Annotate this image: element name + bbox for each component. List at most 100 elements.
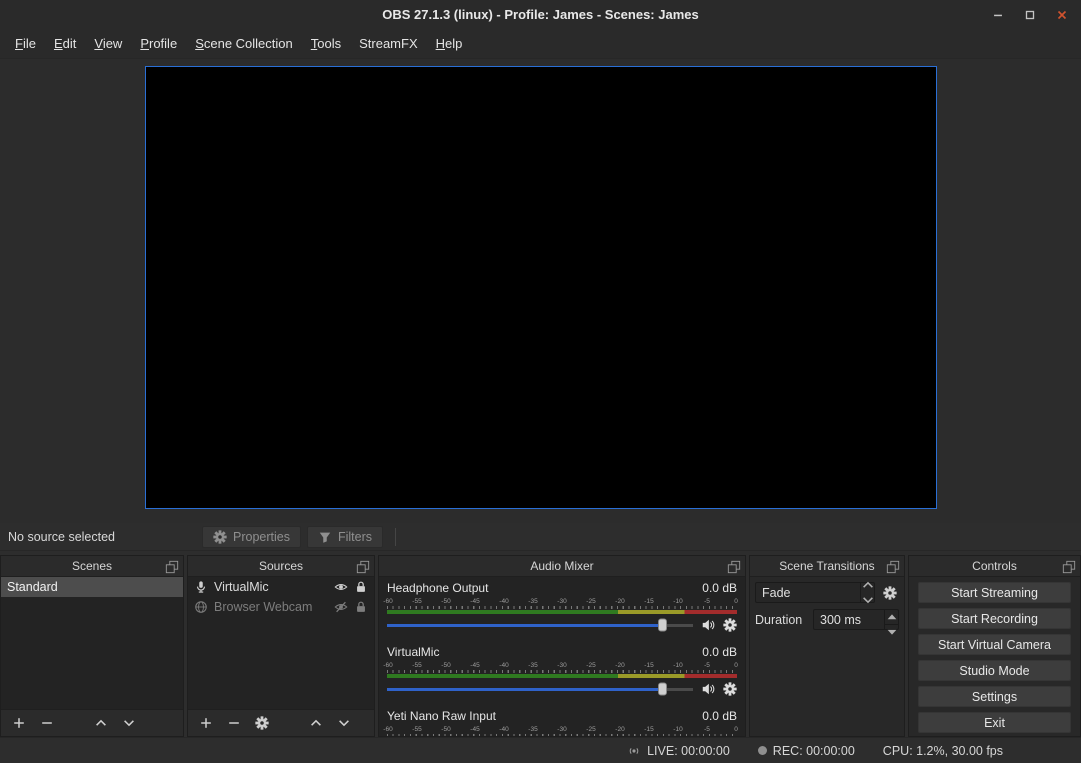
transition-select-spinner[interactable] (860, 583, 874, 602)
meter-scale-label: -5 (699, 661, 715, 670)
start-virtual-camera-button[interactable]: Start Virtual Camera (918, 634, 1071, 655)
remove-source-button[interactable] (224, 713, 244, 733)
source-item-virtualmic[interactable]: VirtualMic (188, 577, 374, 597)
popout-dock-icon[interactable] (727, 560, 741, 574)
preview-canvas[interactable] (145, 66, 937, 509)
scenes-list: Standard (1, 577, 183, 709)
channel-db-value: 0.0 dB (702, 581, 737, 596)
menu-streamfx[interactable]: StreamFX (350, 29, 427, 59)
channel-name: Yeti Nano Raw Input (387, 709, 496, 724)
sources-dock-title: Sources (259, 559, 303, 573)
source-properties-gear-icon[interactable] (252, 713, 272, 733)
controls-dock-title: Controls (972, 559, 1017, 573)
controls-body: Start Streaming Start Recording Start Vi… (909, 577, 1080, 736)
add-source-button[interactable] (196, 713, 216, 733)
cpu-fps-text: CPU: 1.2%, 30.00 fps (883, 744, 1003, 758)
source-down-button[interactable] (334, 713, 354, 733)
speaker-mute-icon[interactable] (701, 682, 715, 696)
meter-scale-label: -25 (583, 725, 599, 734)
duration-decrement-button[interactable] (885, 625, 898, 639)
meter-scale-label: -60 (380, 661, 396, 670)
start-streaming-button[interactable]: Start Streaming (918, 582, 1071, 603)
speaker-mute-icon[interactable] (701, 618, 715, 632)
transitions-dock-header: Scene Transitions (750, 556, 904, 577)
settings-button[interactable]: Settings (918, 686, 1071, 707)
mixer-channel-virtualmic: VirtualMic 0.0 dB -60-55-50-45-40-35-30-… (387, 645, 737, 698)
scenes-dock: Scenes Standard (0, 555, 184, 737)
volume-slider[interactable] (387, 618, 693, 632)
properties-button[interactable]: Properties (202, 526, 301, 548)
menu-help[interactable]: Help (427, 29, 472, 59)
transition-properties-button[interactable] (881, 583, 899, 603)
start-recording-button[interactable]: Start Recording (918, 608, 1071, 629)
popout-dock-icon[interactable] (1062, 560, 1076, 574)
add-scene-button[interactable] (9, 713, 29, 733)
source-item-label: Browser Webcam (214, 600, 328, 614)
visibility-eye-off-icon[interactable] (334, 600, 348, 614)
maximize-button[interactable] (1021, 6, 1039, 24)
scene-up-button[interactable] (91, 713, 111, 733)
popout-dock-icon[interactable] (356, 560, 370, 574)
filters-icon (318, 530, 332, 544)
meter-scale-label: -50 (438, 597, 454, 606)
scene-down-button[interactable] (119, 713, 139, 733)
minimize-button[interactable] (989, 6, 1007, 24)
menu-scene-collection[interactable]: Scene Collection (186, 29, 302, 59)
filters-button-label: Filters (338, 530, 372, 544)
meter-scale-label: -35 (525, 661, 541, 670)
studio-mode-button[interactable]: Studio Mode (918, 660, 1071, 681)
menu-tools[interactable]: Tools (302, 29, 350, 59)
meter-scale-label: -20 (612, 661, 628, 670)
meter-tick-marks (387, 734, 737, 736)
visibility-eye-icon[interactable] (334, 580, 348, 594)
audio-mixer-dock-header: Audio Mixer (379, 556, 745, 577)
menu-file[interactable]: File (6, 29, 45, 59)
channel-gear-icon[interactable] (723, 618, 737, 632)
menu-view[interactable]: View (85, 29, 131, 59)
volume-slider-handle[interactable] (658, 683, 667, 696)
channel-gear-icon[interactable] (723, 682, 737, 696)
meter-scale-label: 0 (728, 661, 744, 670)
menu-profile[interactable]: Profile (131, 29, 186, 59)
meter-scale-label: -35 (525, 725, 541, 734)
filters-button[interactable]: Filters (307, 526, 383, 548)
meter-tick-marks (387, 670, 737, 673)
scene-item-label: Standard (7, 580, 177, 594)
record-dot-icon (758, 746, 767, 755)
scene-item-standard[interactable]: Standard (1, 577, 183, 597)
titlebar: OBS 27.1.3 (linux) - Profile: James - Sc… (0, 0, 1081, 29)
close-button[interactable] (1053, 6, 1071, 24)
source-up-button[interactable] (306, 713, 326, 733)
mixer-channels: Headphone Output 0.0 dB -60-55-50-45-40-… (379, 577, 745, 736)
exit-button[interactable]: Exit (918, 712, 1071, 733)
transition-select[interactable]: Fade (755, 582, 875, 603)
meter-scale: -60-55-50-45-40-35-30-25-20-15-10-50 (380, 597, 744, 606)
meter-scale-label: -50 (438, 661, 454, 670)
audio-mixer-dock-title: Audio Mixer (530, 559, 593, 573)
menu-edit[interactable]: Edit (45, 29, 85, 59)
meter-scale-label: -15 (641, 597, 657, 606)
meter-scale-label: -55 (409, 597, 425, 606)
duration-increment-button[interactable] (885, 610, 898, 625)
meter-scale-label: -10 (670, 661, 686, 670)
live-time: LIVE: 00:00:00 (647, 744, 730, 758)
volume-slider[interactable] (387, 682, 693, 696)
lock-icon[interactable] (354, 580, 368, 594)
meter-scale-label: -20 (612, 597, 628, 606)
scenes-toolbar (1, 709, 183, 736)
meter-scale-label: -30 (554, 725, 570, 734)
live-broadcast-icon (627, 744, 641, 758)
popout-dock-icon[interactable] (886, 560, 900, 574)
source-item-browser-webcam[interactable]: Browser Webcam (188, 597, 374, 617)
preview-area (0, 59, 1081, 523)
meter-scale-label: -30 (554, 597, 570, 606)
remove-scene-button[interactable] (37, 713, 57, 733)
performance-stats: CPU: 1.2%, 30.00 fps (883, 744, 1003, 758)
lock-icon[interactable] (354, 600, 368, 614)
popout-dock-icon[interactable] (165, 560, 179, 574)
duration-value: 300 ms (814, 613, 884, 627)
duration-spinbox[interactable]: 300 ms (813, 609, 899, 630)
meter-scale-label: -40 (496, 597, 512, 606)
meter-scale-label: -5 (699, 597, 715, 606)
volume-slider-handle[interactable] (658, 619, 667, 632)
